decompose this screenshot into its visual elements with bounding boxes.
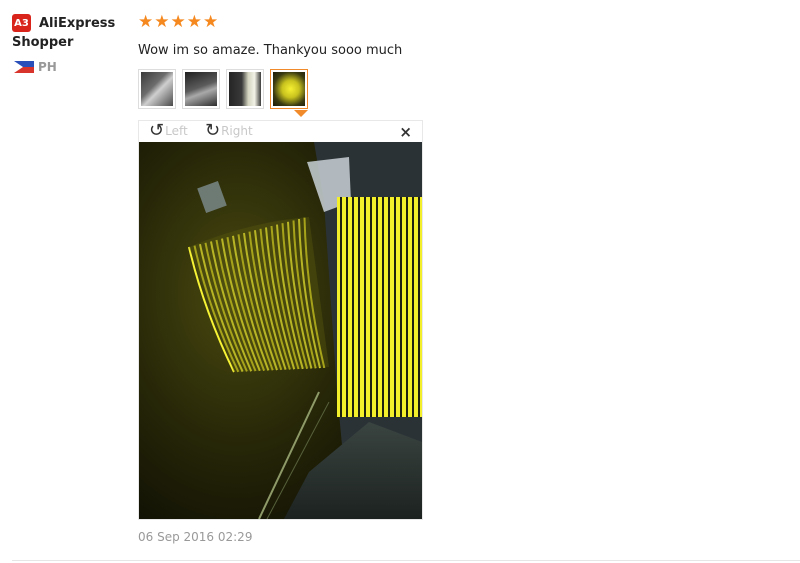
review-date: 06 Sep 2016 02:29 xyxy=(138,530,253,544)
star-icon: ★ xyxy=(170,12,186,32)
star-icon: ★ xyxy=(138,12,154,32)
review-divider xyxy=(12,560,800,561)
star-icon: ★ xyxy=(154,12,170,32)
review-photo-thumbnails xyxy=(138,69,308,109)
star-rating: ★ ★ ★ ★ ★ xyxy=(138,12,218,32)
review-photo-thumbnail-active[interactable] xyxy=(270,69,308,109)
review-photo-thumbnail[interactable] xyxy=(182,69,220,109)
rotate-right-button[interactable]: ↻ Right xyxy=(205,122,253,140)
star-icon: ★ xyxy=(203,12,219,32)
thumbnail-image xyxy=(185,72,217,106)
philippines-flag-icon xyxy=(14,61,34,73)
review-photo-large xyxy=(139,142,422,519)
photo-viewer: ↺ Left ↻ Right × xyxy=(138,120,423,520)
reviewer-country: PH xyxy=(14,60,57,74)
active-thumbnail-caret xyxy=(294,110,308,117)
close-icon[interactable]: × xyxy=(399,124,412,140)
review-photo-thumbnail[interactable] xyxy=(226,69,264,109)
review-text: Wow im so amaze. Thankyou sooo much xyxy=(138,43,403,58)
rotate-right-icon: ↻ xyxy=(205,120,221,141)
photo-viewer-toolbar: ↺ Left ↻ Right × xyxy=(139,121,422,142)
thumbnail-image xyxy=(141,72,173,106)
rotate-left-button[interactable]: ↺ Left xyxy=(149,122,188,140)
review-photo-thumbnail[interactable] xyxy=(138,69,176,109)
rotate-left-label: Left xyxy=(165,124,188,138)
thumbnail-image xyxy=(273,72,305,106)
thumbnail-image xyxy=(229,72,261,106)
star-icon: ★ xyxy=(186,12,202,32)
rotate-left-icon: ↺ xyxy=(149,120,165,141)
user-level-badge: A3 xyxy=(12,14,31,32)
rotate-right-label: Right xyxy=(221,124,253,138)
country-code: PH xyxy=(38,60,57,74)
